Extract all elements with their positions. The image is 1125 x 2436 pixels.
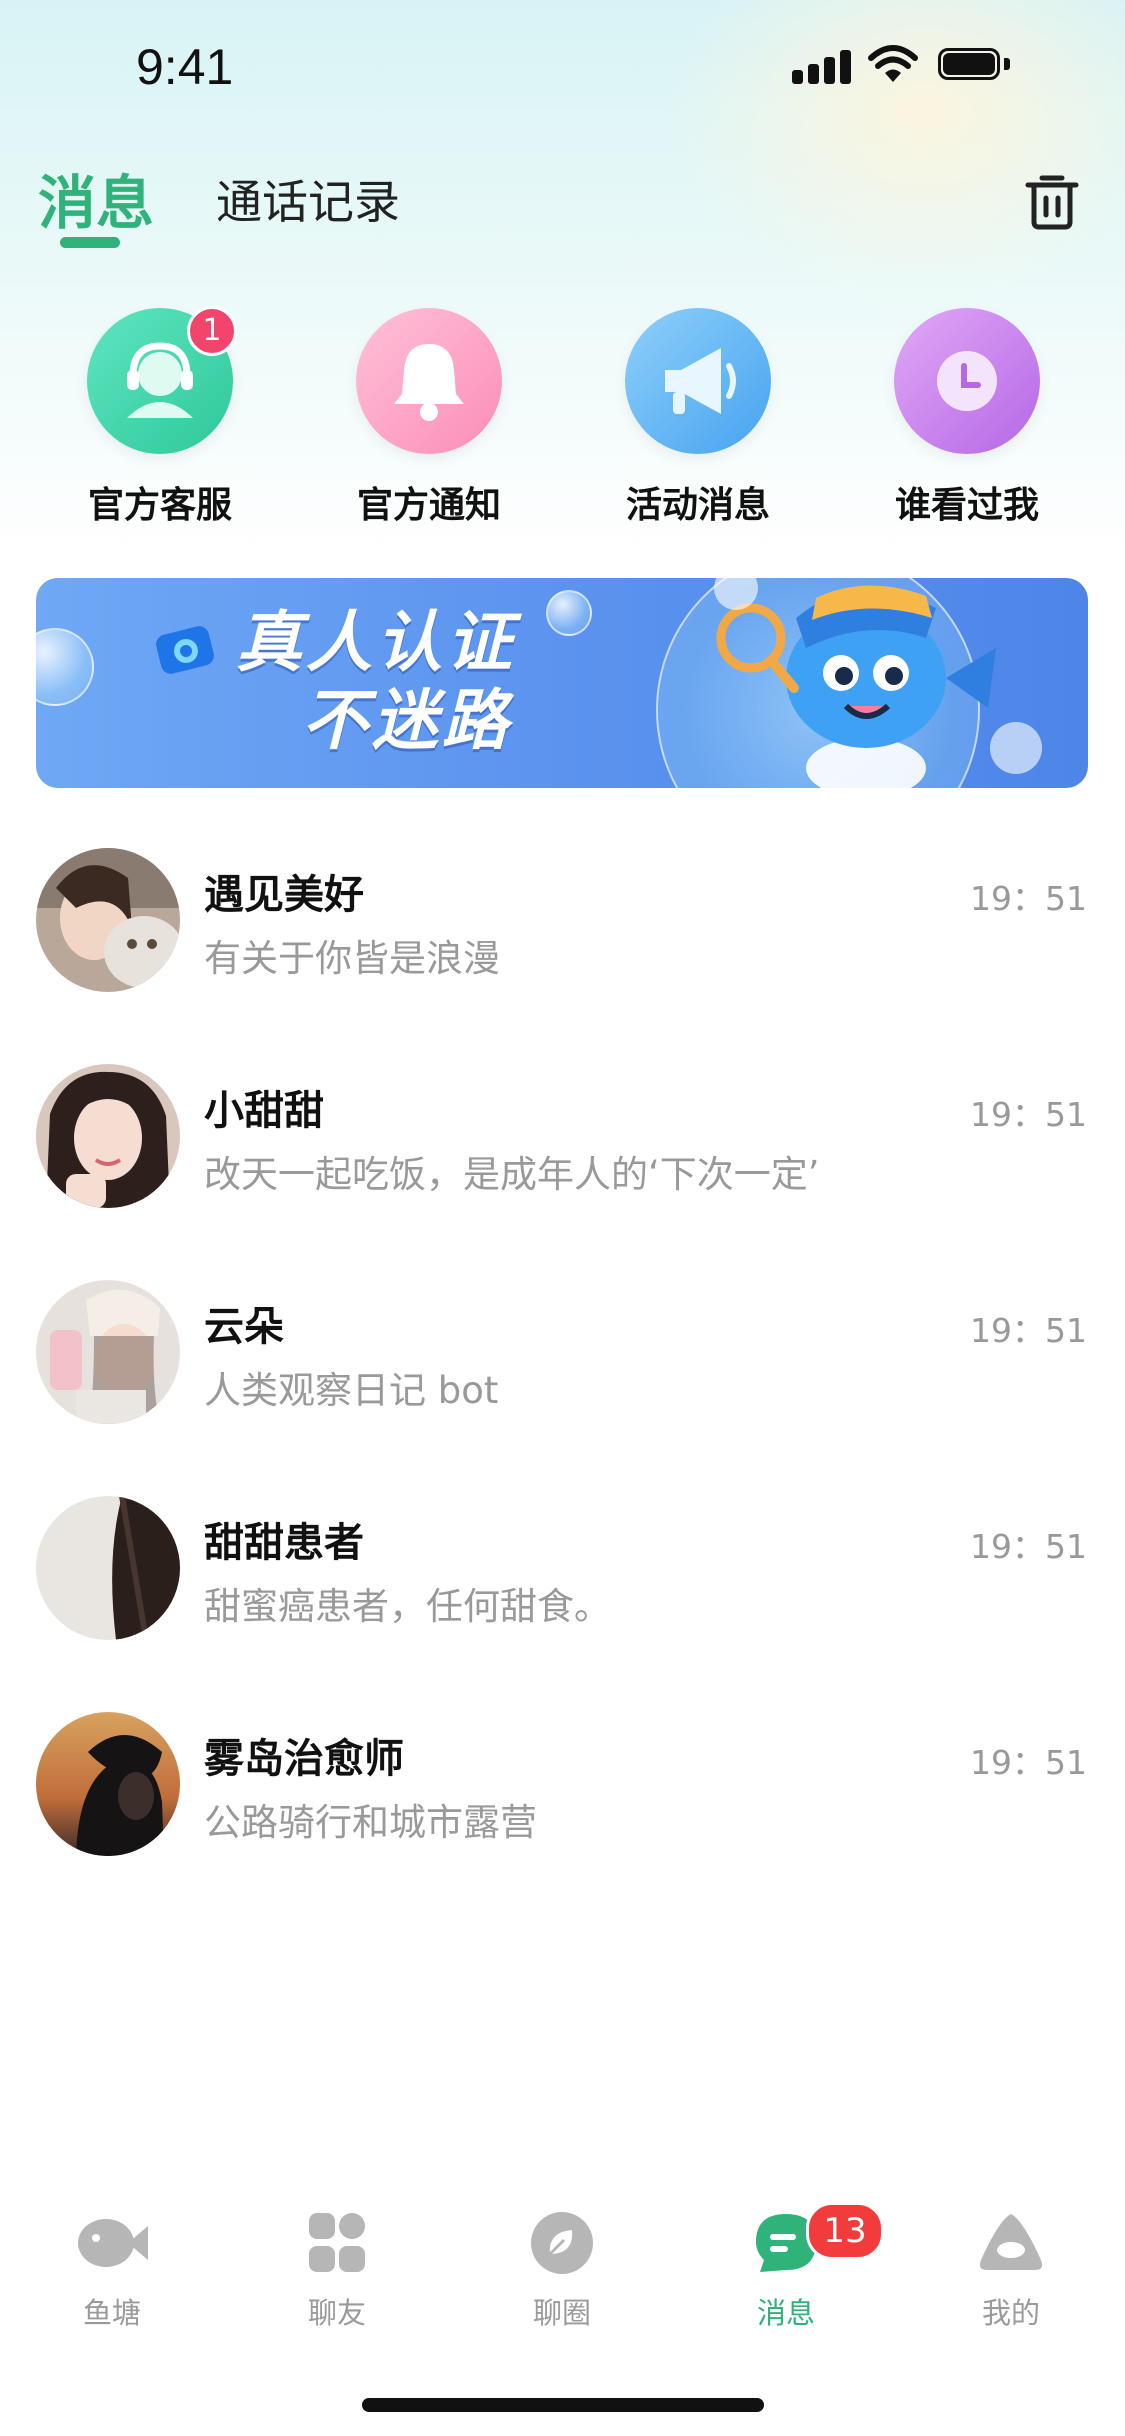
quick-entry-customer-service[interactable]: 1 官方客服 bbox=[60, 306, 260, 528]
headset-icon: 1 bbox=[87, 306, 237, 454]
quick-entry-activity-messages[interactable]: 活动消息 bbox=[598, 308, 798, 528]
avatar[interactable] bbox=[36, 1280, 180, 1424]
chat-list-item[interactable]: 雾岛治愈师 公路骑行和城市露营 19：51 bbox=[0, 1712, 1125, 1872]
clock-icon bbox=[894, 308, 1040, 454]
chat-name: 云朵 bbox=[204, 1304, 284, 1350]
quick-entry-label: 谁看过我 bbox=[894, 485, 1039, 526]
tabbar-label: 聊圈 bbox=[532, 2296, 591, 2330]
avatar[interactable] bbox=[36, 1496, 180, 1640]
tabbar-item-profile[interactable]: 我的 bbox=[941, 2210, 1081, 2332]
tabbar-item-chat-friends[interactable]: 聊友 bbox=[267, 2210, 407, 2332]
chat-time: 19：51 bbox=[970, 879, 1087, 918]
chat-name: 遇见美好 bbox=[204, 872, 364, 918]
trash-icon[interactable] bbox=[1024, 170, 1080, 230]
active-tab-indicator bbox=[60, 237, 120, 248]
tab-call-records[interactable]: 通话记录 bbox=[216, 166, 400, 232]
chat-time: 19：51 bbox=[970, 1527, 1087, 1566]
quick-entry-who-viewed-me[interactable]: 谁看过我 bbox=[867, 308, 1067, 528]
bell-icon bbox=[356, 308, 502, 454]
cellular-signal-icon bbox=[792, 48, 852, 84]
tabbar-label: 消息 bbox=[756, 2296, 815, 2330]
tab-messages[interactable]: 消息 bbox=[38, 156, 154, 240]
notification-badge: 1 bbox=[187, 306, 237, 356]
decorative-bubble bbox=[546, 590, 592, 636]
chat-list-item[interactable]: 小甜甜 改天一起吃饭，是成年人的‘下次一定’ 19：51 bbox=[0, 1064, 1125, 1224]
chat-preview: 有关于你皆是浪漫 bbox=[204, 937, 500, 980]
camera-icon bbox=[156, 626, 214, 674]
chat-list-item[interactable]: 甜甜患者 甜蜜癌患者，任何甜食。 19：51 bbox=[0, 1496, 1125, 1656]
chat-name: 甜甜患者 bbox=[204, 1520, 364, 1566]
avatar[interactable] bbox=[36, 1064, 180, 1208]
grid-icon bbox=[301, 2210, 373, 2276]
verification-banner[interactable]: 真人认证 不迷路 bbox=[36, 578, 1088, 788]
chat-list-item[interactable]: 遇见美好 有关于你皆是浪漫 19：51 bbox=[0, 848, 1125, 1008]
chat-preview: 改天一起吃饭，是成年人的‘下次一定’ bbox=[204, 1153, 820, 1196]
tabbar-item-fish-pond[interactable]: 鱼塘 bbox=[42, 2210, 182, 2332]
quick-entry-official-notice[interactable]: 官方通知 bbox=[329, 308, 529, 528]
decorative-bubble bbox=[36, 628, 94, 706]
chat-time: 19：51 bbox=[970, 1095, 1087, 1134]
quick-entry-label: 官方通知 bbox=[356, 485, 501, 526]
chat-list-item[interactable]: 云朵 人类观察日记 bot 19：51 bbox=[0, 1280, 1125, 1440]
fish-mascot-illustration bbox=[714, 578, 1042, 788]
megaphone-icon bbox=[625, 308, 771, 454]
chat-preview: 人类观察日记 bot bbox=[204, 1369, 499, 1412]
chat-name: 小甜甜 bbox=[204, 1088, 324, 1134]
unread-badge: 13 bbox=[806, 2202, 884, 2260]
fish-icon bbox=[76, 2210, 148, 2276]
chat-time: 19：51 bbox=[970, 1311, 1087, 1350]
quick-entry-label: 官方客服 bbox=[87, 485, 232, 526]
tabbar-label: 我的 bbox=[981, 2296, 1040, 2330]
chat-preview: 甜蜜癌患者，任何甜食。 bbox=[204, 1585, 611, 1628]
tabbar-label: 聊友 bbox=[307, 2296, 366, 2330]
quick-entry-label: 活动消息 bbox=[625, 485, 770, 526]
chat-name: 雾岛治愈师 bbox=[204, 1736, 404, 1782]
profile-icon bbox=[975, 2210, 1047, 2276]
leaf-icon bbox=[526, 2210, 598, 2276]
avatar[interactable] bbox=[36, 1712, 180, 1856]
status-time: 9:41 bbox=[136, 39, 234, 95]
battery-icon bbox=[938, 48, 1010, 82]
banner-slogan: 真人认证 不迷路 bbox=[236, 604, 516, 759]
tabbar-item-chat-circle[interactable]: 聊圈 bbox=[492, 2210, 632, 2332]
home-indicator bbox=[362, 2398, 764, 2412]
chat-preview: 公路骑行和城市露营 bbox=[204, 1801, 537, 1844]
tabbar-label: 鱼塘 bbox=[82, 2296, 141, 2330]
avatar[interactable] bbox=[36, 848, 180, 992]
wifi-icon bbox=[868, 45, 918, 82]
chat-time: 19：51 bbox=[970, 1743, 1087, 1782]
